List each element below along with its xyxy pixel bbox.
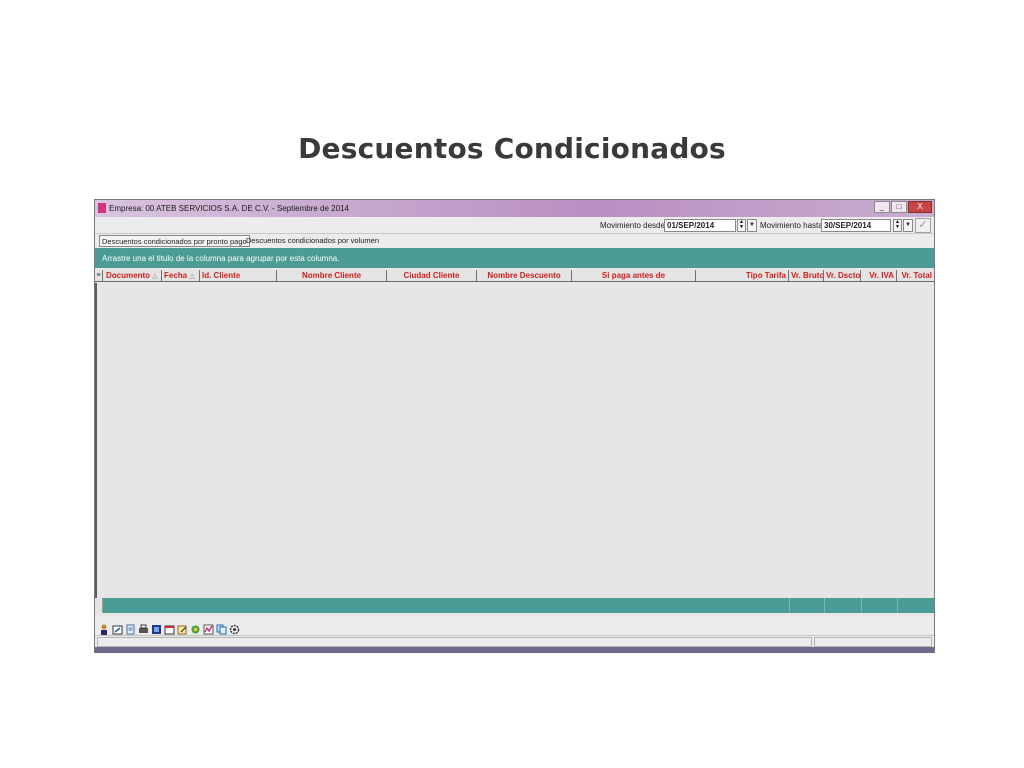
desde-spin-button[interactable]: ▲ ▼ — [737, 219, 746, 232]
user-icon[interactable] — [99, 620, 110, 635]
column-header-vr-total[interactable]: Vr. Total — [897, 270, 934, 282]
column-header-vr-bruto[interactable]: Vr. Bruto — [789, 270, 824, 282]
close-button[interactable]: X — [908, 201, 932, 213]
grid-summary-footer — [95, 598, 934, 613]
copy-icon[interactable] — [216, 620, 227, 634]
footer-cell-vr-iva — [861, 598, 862, 613]
footer-cell-vr-bruto — [789, 598, 790, 613]
column-header-vr-iva[interactable]: Vr. IVA — [861, 270, 897, 282]
grid-body[interactable] — [95, 283, 934, 598]
movimiento-desde-label: Movimiento desde: — [600, 221, 668, 230]
group-by-hint: Arrastre una el titulo de la columna par… — [102, 254, 340, 263]
column-header-nombre-cliente[interactable]: Nombre Cliente — [277, 270, 387, 282]
window-title: Empresa: 00 ATEB SERVICIOS S.A. DE C.V. … — [109, 204, 349, 213]
column-header-ciudad-cliente[interactable]: Ciudad Cliente — [387, 270, 477, 282]
taskbar-strip — [95, 647, 934, 653]
app-window: Empresa: 00 ATEB SERVICIOS S.A. DE C.V. … — [94, 199, 935, 653]
calendar-icon[interactable] — [164, 620, 175, 634]
window-titlebar[interactable]: Empresa: 00 ATEB SERVICIOS S.A. DE C.V. … — [95, 200, 934, 217]
tab-strip: Descuentos condicionados por pronto pago… — [95, 234, 934, 248]
grid-header: ≡ Documento △ Fecha △ Id. Cliente Nombre… — [95, 270, 934, 282]
status-pane-main — [97, 637, 812, 647]
column-header-id-cliente[interactable]: Id. Cliente — [200, 270, 277, 282]
group-by-panel[interactable]: Arrastre una el titulo de la columna par… — [95, 248, 934, 268]
footer-cell-vr-dscto — [824, 598, 825, 613]
hasta-dropdown-button[interactable]: ▼ — [903, 219, 913, 232]
sort-asc-icon: △ — [152, 273, 158, 280]
minimize-button[interactable]: _ — [874, 201, 890, 213]
movimiento-desde-field[interactable]: 01/SEP/2014 — [664, 219, 736, 232]
refresh-icon[interactable] — [190, 620, 201, 633]
status-pane-secondary — [814, 637, 932, 647]
settings-icon[interactable] — [229, 620, 240, 634]
apply-filter-button[interactable]: ✓ — [915, 218, 931, 233]
footer-cell-vr-total — [897, 598, 898, 613]
slide-title: Descuentos Condicionados — [298, 132, 726, 165]
print-icon[interactable] — [138, 620, 149, 633]
hasta-spin-button[interactable]: ▲ ▼ — [893, 219, 902, 232]
document-icon[interactable] — [125, 620, 136, 634]
report-icon[interactable] — [151, 620, 162, 634]
export-icon[interactable] — [112, 620, 123, 634]
footer-indicator — [95, 598, 103, 613]
edit-icon[interactable] — [177, 620, 188, 634]
column-header-nombre-descuento[interactable]: Nombre Descuento — [477, 270, 572, 282]
sort-asc-icon: △ — [189, 273, 195, 280]
column-header-vr-dscto[interactable]: Vr. Dscto — [824, 270, 861, 282]
row-indicator-header[interactable]: ≡ — [95, 270, 103, 282]
status-bar — [95, 635, 934, 647]
movimiento-hasta-label: Movimiento hasta: — [760, 221, 825, 230]
grid-left-border — [95, 283, 97, 598]
column-header-tipo-tarifa[interactable]: Tipo Tarifa — [696, 270, 789, 282]
column-header-fecha[interactable]: Fecha △ — [162, 270, 200, 282]
chart-icon[interactable] — [203, 620, 214, 634]
action-toolbar — [95, 616, 934, 635]
check-icon: ✓ — [918, 219, 928, 231]
filter-toolbar: Movimiento desde: 01/SEP/2014 ▲ ▼ ▼ Movim… — [95, 217, 934, 234]
desde-dropdown-button[interactable]: ▼ — [747, 219, 757, 232]
tab-por-volumen[interactable]: Descuentos condicionados por volumen — [244, 235, 381, 247]
maximize-button[interactable]: □ — [891, 201, 907, 213]
tab-pronto-pago[interactable]: Descuentos condicionados por pronto pago — [99, 235, 250, 247]
app-icon — [98, 203, 106, 213]
column-header-documento[interactable]: Documento △ — [104, 270, 162, 282]
column-header-si-paga-antes-de[interactable]: Si paga antes de — [572, 270, 696, 282]
movimiento-hasta-field[interactable]: 30/SEP/2014 — [821, 219, 891, 232]
